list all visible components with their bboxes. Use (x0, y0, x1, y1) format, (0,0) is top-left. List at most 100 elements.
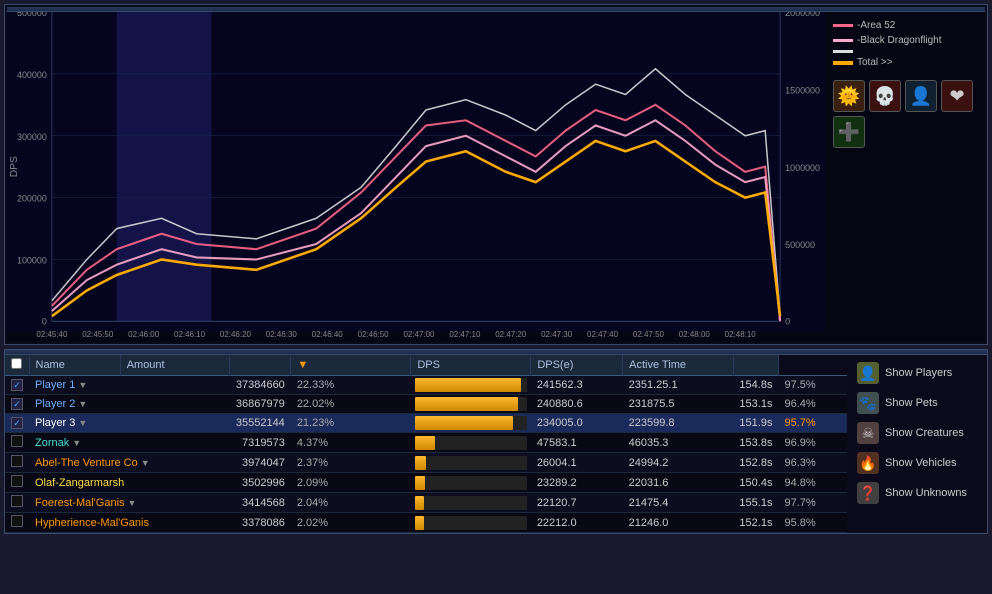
svg-text:02:46:10: 02:46:10 (174, 330, 206, 339)
row-checkbox[interactable]: ✓ (5, 376, 29, 395)
svg-text:500000: 500000 (17, 12, 47, 18)
graph-section: 500000 400000 300000 200000 100000 0 DPS… (4, 4, 988, 345)
show-pets-btn[interactable]: 🐾 Show Pets (851, 389, 983, 417)
row-amount: 37384660 (230, 376, 291, 395)
row-dps: 22212.0 (531, 513, 623, 533)
row-bar (411, 493, 531, 513)
legend-icon-plus[interactable]: ➕ (833, 116, 865, 148)
svg-text:200000: 200000 (17, 194, 47, 204)
svg-text:02:47:30: 02:47:30 (541, 330, 573, 339)
row-name[interactable]: Foerest-Mal'Ganis ▼ (29, 493, 230, 513)
legend-icon-sun[interactable]: 🌞 (833, 80, 865, 112)
row-active-time: 150.4s (733, 473, 778, 493)
row-bar (411, 513, 531, 533)
legend-icon-heart[interactable]: ❤ (941, 80, 973, 112)
row-checkbox[interactable] (5, 473, 29, 493)
row-dpse: 223599.8 (623, 414, 734, 433)
legend-icon-person[interactable]: 👤 (905, 80, 937, 112)
legend-icon-skull[interactable]: 💀 (869, 80, 901, 112)
row-name[interactable]: Hypherience-Mal'Ganis (29, 513, 230, 533)
col-dps[interactable]: DPS (411, 355, 531, 376)
svg-text:2000000: 2000000 (785, 12, 820, 18)
row-pct: 2.09% (291, 473, 411, 493)
row-dps: 47583.1 (531, 433, 623, 453)
show-creatures-icon: ☠ (857, 422, 879, 444)
row-dps: 234005.0 (531, 414, 623, 433)
show-players-btn[interactable]: 👤 Show Players (851, 359, 983, 387)
row-amount: 36867979 (230, 395, 291, 414)
row-bar (411, 414, 531, 433)
row-pct: 22.02% (291, 395, 411, 414)
row-amount: 3414568 (230, 493, 291, 513)
col-dpse[interactable]: DPS(e) (531, 355, 623, 376)
legend-icons: 🌞 💀 👤 ❤ ➕ (833, 80, 977, 148)
table-row: ✓ Player 1 ▼ 37384660 22.33% 241562.3 23… (5, 376, 847, 395)
row-dps: 241562.3 (531, 376, 623, 395)
row-active-time: 151.9s (733, 414, 778, 433)
row-bar (411, 433, 531, 453)
svg-text:1500000: 1500000 (785, 85, 820, 95)
row-checkbox[interactable] (5, 493, 29, 513)
svg-text:100000: 100000 (17, 255, 47, 265)
row-dpse: 21475.4 (623, 493, 734, 513)
row-pct: 2.02% (291, 513, 411, 533)
table-container: Name Amount ▼ DPS DPS(e) Active Time ✓ P… (5, 355, 987, 533)
show-vehicles-icon: 🔥 (857, 452, 879, 474)
col-pct (230, 355, 291, 376)
col-active-pct (733, 355, 778, 376)
table-row: Hypherience-Mal'Ganis 3378086 2.02% 2221… (5, 513, 847, 533)
col-active[interactable]: Active Time (623, 355, 734, 376)
row-pct: 2.37% (291, 453, 411, 473)
svg-text:02:46:20: 02:46:20 (220, 330, 252, 339)
show-unknowns-btn[interactable]: ❓ Show Unknowns (851, 479, 983, 507)
svg-text:300000: 300000 (17, 132, 47, 142)
table-row: Zornak ▼ 7319573 4.37% 47583.1 46035.3 1… (5, 433, 847, 453)
row-amount: 7319573 (230, 433, 291, 453)
row-name[interactable]: Zornak ▼ (29, 433, 230, 453)
show-vehicles-btn[interactable]: 🔥 Show Vehicles (851, 449, 983, 477)
svg-text:02:46:40: 02:46:40 (312, 330, 344, 339)
row-dps: 240880.6 (531, 395, 623, 414)
row-bar (411, 473, 531, 493)
row-active-time: 155.1s (733, 493, 778, 513)
graph-area[interactable]: 500000 400000 300000 200000 100000 0 DPS… (7, 12, 825, 342)
row-checkbox[interactable] (5, 453, 29, 473)
row-checkbox[interactable]: ✓ (5, 395, 29, 414)
graph-canvas: 500000 400000 300000 200000 100000 0 DPS… (7, 12, 825, 342)
svg-text:02:47:00: 02:47:00 (403, 330, 435, 339)
side-buttons-panel: 👤 Show Players 🐾 Show Pets ☠ Show Creatu… (847, 355, 987, 533)
main-table-wrapper: Name Amount ▼ DPS DPS(e) Active Time ✓ P… (5, 355, 847, 533)
svg-text:0: 0 (785, 316, 790, 326)
row-name[interactable]: Abel-The Venture Co ▼ (29, 453, 230, 473)
row-dpse: 24994.2 (623, 453, 734, 473)
row-active-pct: 95.8% (778, 513, 847, 533)
row-amount: 3974047 (230, 453, 291, 473)
row-name[interactable]: Olaf-Zangarmarsh (29, 473, 230, 493)
svg-text:02:46:00: 02:46:00 (128, 330, 160, 339)
row-amount: 3502996 (230, 473, 291, 493)
row-checkbox[interactable]: ✓ (5, 414, 29, 433)
svg-text:02:47:20: 02:47:20 (495, 330, 527, 339)
row-active-time: 152.8s (733, 453, 778, 473)
row-name[interactable]: Player 1 ▼ (29, 376, 230, 395)
show-creatures-btn[interactable]: ☠ Show Creatures (851, 419, 983, 447)
row-dpse: 2351.25.1 (623, 376, 734, 395)
row-name[interactable]: Player 3 ▼ (29, 414, 230, 433)
row-active-time: 154.8s (733, 376, 778, 395)
row-checkbox[interactable] (5, 513, 29, 533)
row-pct: 22.33% (291, 376, 411, 395)
legend-item-black-dragonflight: -Black Dragonflight (833, 35, 977, 46)
legend-item-white (833, 50, 977, 53)
col-amount[interactable]: Amount (120, 355, 230, 376)
row-checkbox[interactable] (5, 433, 29, 453)
graph-container: 500000 400000 300000 200000 100000 0 DPS… (7, 12, 985, 342)
graph-legend: -Area 52 -Black Dragonflight Total >> 🌞 … (825, 12, 985, 342)
row-active-time: 153.8s (733, 433, 778, 453)
row-active-time: 153.1s (733, 395, 778, 414)
svg-text:0: 0 (42, 316, 47, 326)
svg-text:02:47:50: 02:47:50 (633, 330, 665, 339)
row-name[interactable]: Player 2 ▼ (29, 395, 230, 414)
row-active-pct: 97.5% (778, 376, 847, 395)
svg-text:02:46:50: 02:46:50 (358, 330, 390, 339)
col-name[interactable] (5, 355, 29, 376)
